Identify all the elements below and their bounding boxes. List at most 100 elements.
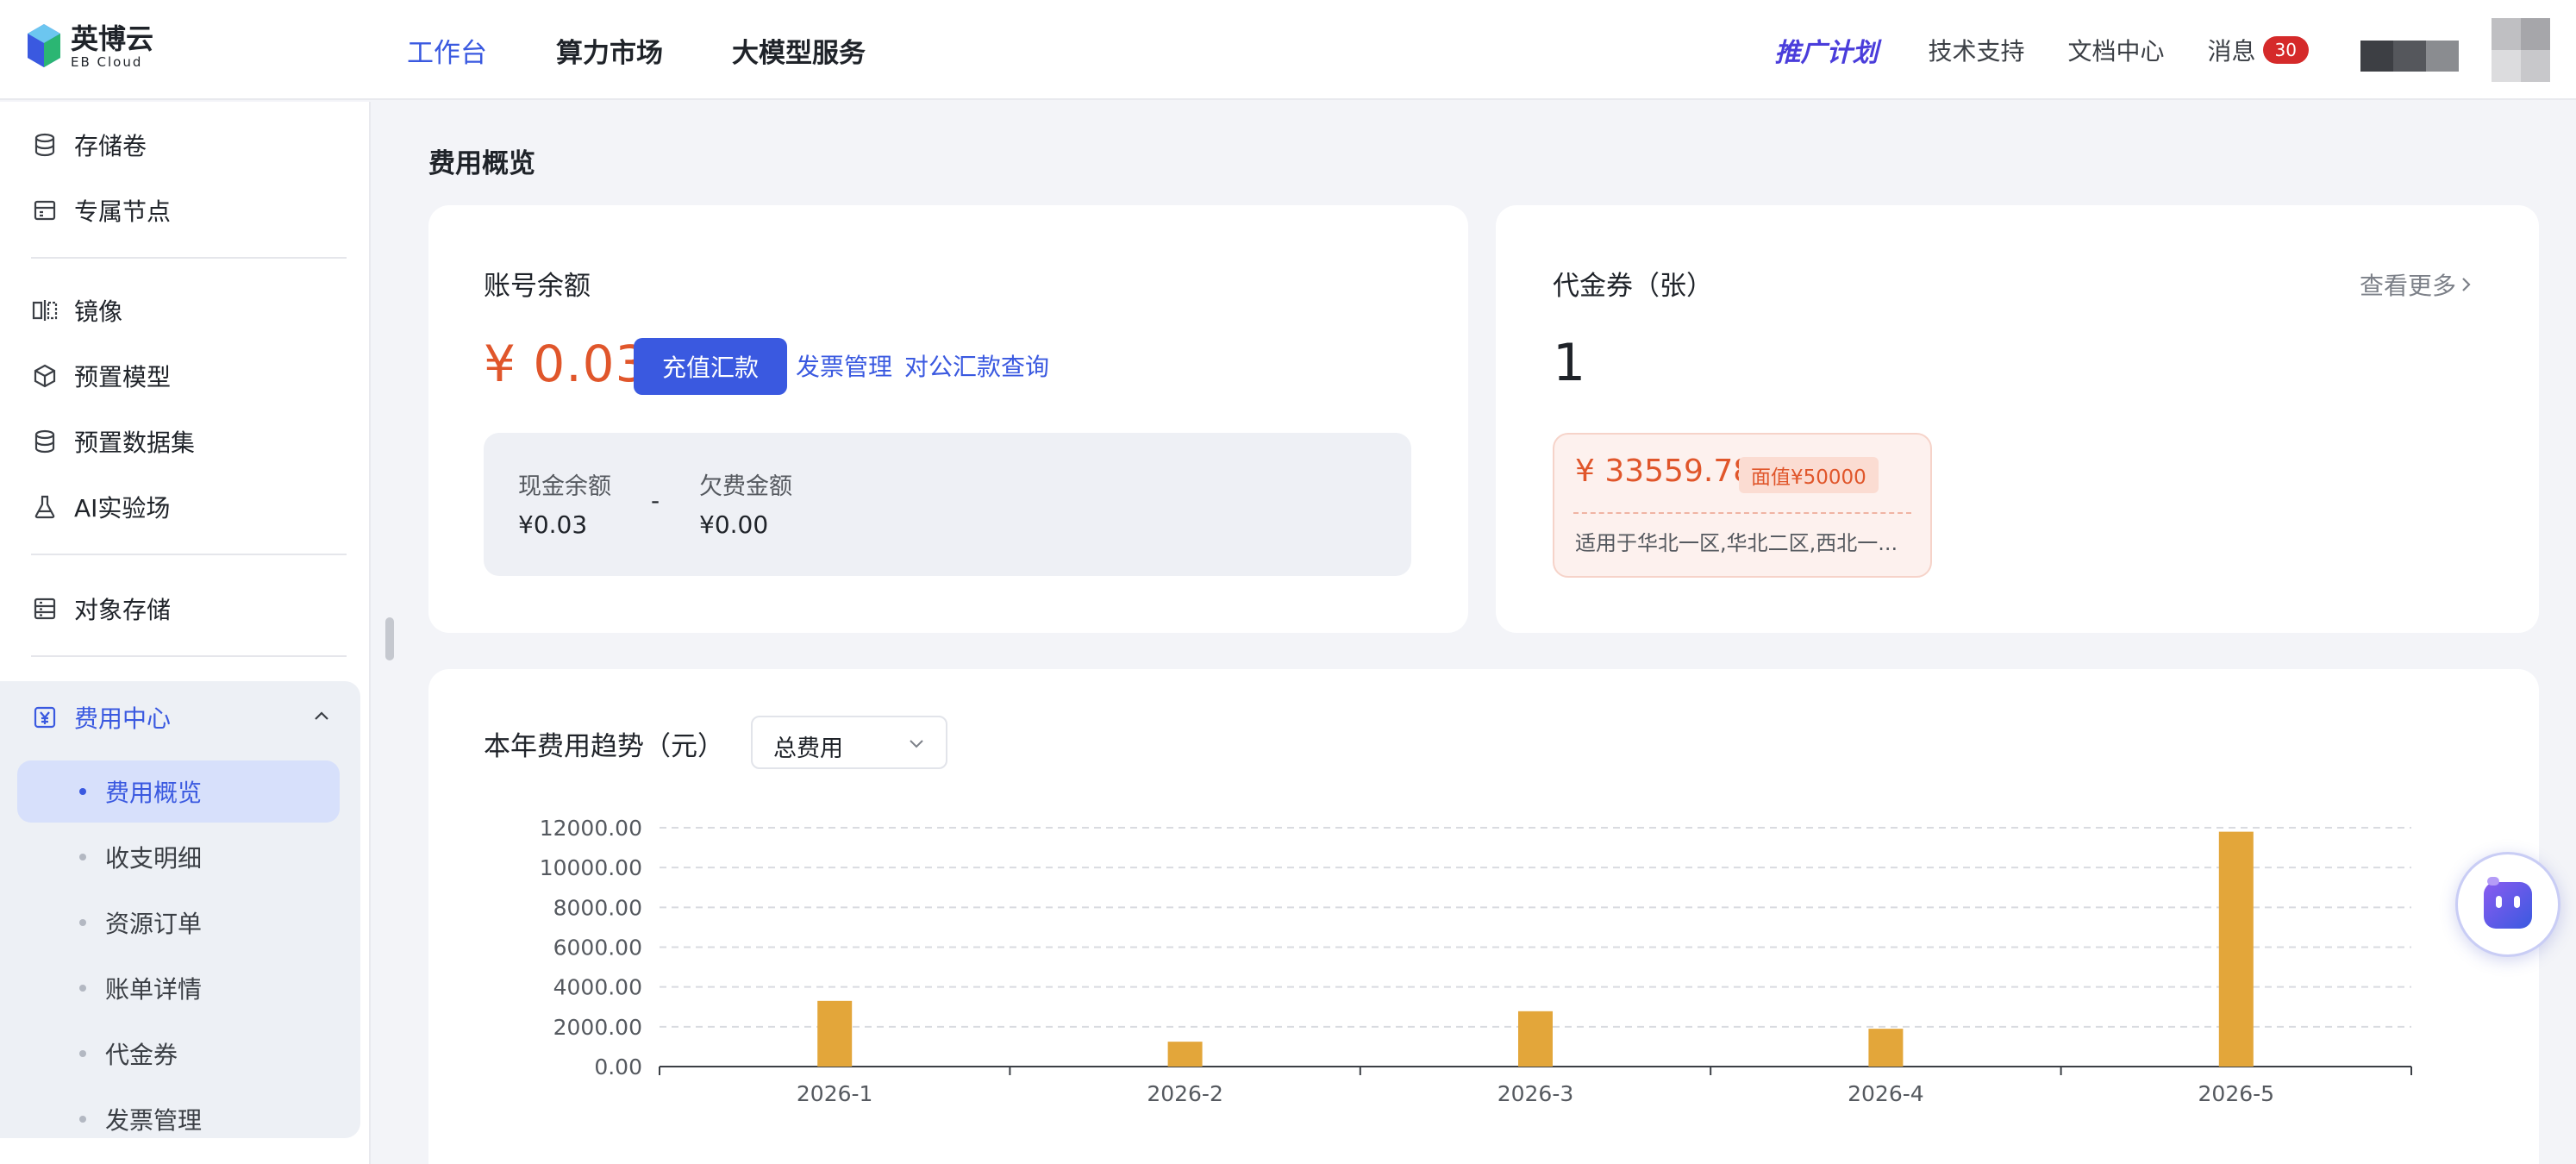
sidebar-item-mirror[interactable]: 镜像 <box>31 286 122 335</box>
header-right: 推广计划 技术支持 文档中心 消息 30 <box>1775 0 2576 100</box>
view-more-label: 查看更多 <box>2359 272 2456 300</box>
sidebar-subitem-label: 费用概览 <box>105 779 203 807</box>
coupon-face-value-badge: 面值¥50000 <box>1739 457 1879 493</box>
messages-button[interactable]: 消息 30 <box>2208 33 2309 67</box>
sidebar-subitem-invoices[interactable]: 发票管理 <box>17 1088 340 1150</box>
ai-assistant-button[interactable] <box>2455 852 2560 957</box>
billing-center-group: 费用中心 费用概览 收支明细 资源订单 账单详情 代金券 发票管理 <box>0 681 360 1138</box>
top-nav: 工作台 算力市场 大模型服务 <box>407 0 935 100</box>
sidebar-scrollbar[interactable] <box>385 617 394 660</box>
sidebar-subitem-label: 收支明细 <box>105 844 203 873</box>
object-storage-icon <box>31 595 59 623</box>
recharge-button[interactable]: 充值汇款 <box>634 338 787 395</box>
sidebar-item-object-storage[interactable]: 对象存储 <box>31 585 171 633</box>
brand-name-en: EB Cloud <box>71 54 143 70</box>
nav-llm-service[interactable]: 大模型服务 <box>732 31 866 70</box>
sidebar-divider <box>31 257 347 259</box>
x-tick-label: 2026-4 <box>1848 1081 1924 1106</box>
sidebar-item-label: AI实验场 <box>74 494 171 523</box>
sidebar-item-preset-dataset[interactable]: 预置数据集 <box>31 417 195 466</box>
username-masked[interactable] <box>2360 41 2459 72</box>
coupon-amount: ¥ 33559.78 <box>1575 454 1754 489</box>
bullet-dot-icon <box>79 985 86 992</box>
bullet-dot-icon <box>79 1050 86 1057</box>
x-tick-label: 2026-1 <box>797 1081 873 1106</box>
page-title: 费用概览 <box>428 148 535 179</box>
y-tick-label: 8000.00 <box>553 895 642 920</box>
server-node-icon <box>31 197 59 224</box>
voucher-coupon[interactable]: ¥ 33559.78 面值¥50000 适用于华北一区,华北二区,西北一... <box>1553 433 1932 578</box>
sidebar-subitem-bill-details[interactable]: 账单详情 <box>17 957 340 1019</box>
balance-breakdown: 现金余额 ¥0.03 - 欠费金额 ¥0.00 <box>484 433 1411 576</box>
view-more-link[interactable]: 查看更多 <box>2360 267 2475 302</box>
promo-link[interactable]: 推广计划 <box>1775 31 1879 69</box>
bar-2026-3 <box>1518 1011 1553 1067</box>
fee-trend-card: 本年费用趋势（元） 总费用 0.00 2000.00 4000.00 6000.00 8… <box>428 669 2539 1164</box>
brand-logo[interactable]: 英博云 EB Cloud <box>26 22 153 71</box>
sidebar-subitem-label: 代金券 <box>105 1041 178 1069</box>
x-tick-label: 2026-3 <box>1497 1081 1574 1106</box>
sidebar-item-storage-volume[interactable]: 存储卷 <box>31 121 147 169</box>
y-tick-label: 4000.00 <box>553 975 642 1000</box>
cube-icon <box>31 362 59 390</box>
bar-2026-2 <box>1167 1042 1203 1067</box>
chevron-up-icon[interactable] <box>310 705 333 731</box>
cash-balance-value: ¥0.03 <box>518 510 588 539</box>
sidebar-item-label: 预置数据集 <box>74 429 196 457</box>
x-tick-label: 2026-2 <box>1147 1081 1223 1106</box>
sidebar-menu: 存储卷 专属节点 镜像 预置模型 预置数据集 AI实验场 对象存储 费用中心 费… <box>0 102 371 1164</box>
billing-center-label: 费用中心 <box>74 704 172 733</box>
sidebar-divider <box>31 554 347 555</box>
database-icon <box>31 428 59 455</box>
top-header: 英博云 EB Cloud 工作台 算力市场 大模型服务 推广计划 技术支持 文档… <box>0 0 2576 100</box>
yuan-icon <box>31 704 59 731</box>
sidebar-item-billing-center[interactable]: 费用中心 <box>31 693 333 742</box>
y-tick-label: 0.00 <box>594 1054 642 1080</box>
docs-center-link[interactable]: 文档中心 <box>2068 33 2165 67</box>
messages-count-badge: 30 <box>2262 36 2309 64</box>
sidebar-subitem-resource-orders[interactable]: 资源订单 <box>17 892 340 954</box>
sidebar-subitem-label: 发票管理 <box>105 1106 203 1135</box>
bar-2026-4 <box>1868 1029 1904 1067</box>
balance-card-title: 账号余额 <box>484 271 591 302</box>
sidebar-subitem-transactions[interactable]: 收支明细 <box>17 826 340 888</box>
nav-compute-market[interactable]: 算力市场 <box>556 31 663 70</box>
nav-workbench[interactable]: 工作台 <box>407 31 487 70</box>
balance-separator: - <box>651 486 660 515</box>
sidebar-item-ai-lab[interactable]: AI实验场 <box>31 483 170 531</box>
sidebar-item-label: 专属节点 <box>74 197 172 226</box>
sidebar-subitem-label: 资源订单 <box>105 910 203 938</box>
sidebar-item-label: 存储卷 <box>74 132 147 160</box>
sidebar-item-label: 预置模型 <box>74 363 172 391</box>
flask-icon <box>31 493 59 521</box>
sidebar-subitem-vouchers[interactable]: 代金券 <box>17 1023 340 1085</box>
tech-support-link[interactable]: 技术支持 <box>1929 33 2025 67</box>
avatar[interactable] <box>2492 18 2550 82</box>
bullet-dot-icon <box>79 919 86 926</box>
bar-2026-1 <box>817 1000 853 1067</box>
messages-label: 消息 <box>2207 37 2256 66</box>
voucher-card-title: 代金券（张） <box>1553 271 1713 302</box>
corporate-transfer-link[interactable]: 对公汇款查询 <box>904 348 1049 383</box>
sidebar-item-preset-model[interactable]: 预置模型 <box>31 352 171 400</box>
x-tick-label: 2026-5 <box>2198 1081 2275 1106</box>
y-tick-label: 6000.00 <box>553 936 642 961</box>
sidebar-subitem-fee-overview[interactable]: 费用概览 <box>17 760 340 823</box>
sidebar-item-dedicated-node[interactable]: 专属节点 <box>31 186 171 235</box>
cash-balance-label: 现金余额 <box>518 473 611 500</box>
coupon-divider <box>1573 512 1911 514</box>
brand-name: 英博云 <box>71 22 154 55</box>
bullet-dot-icon <box>79 854 86 860</box>
sidebar-subitem-label: 账单详情 <box>105 975 203 1004</box>
debt-amount-value: ¥0.00 <box>699 510 769 539</box>
chevron-right-icon <box>2462 278 2471 291</box>
bullet-dot-icon <box>79 1116 86 1123</box>
bar-2026-5 <box>2218 831 2254 1067</box>
fee-trend-bar-chart: 0.00 2000.00 4000.00 6000.00 8000.00 10000.00… <box>540 816 2412 1106</box>
balance-amount: ¥ 0.03 <box>484 335 648 393</box>
y-tick-label: 12000.00 <box>540 816 642 841</box>
sidebar-item-label: 镜像 <box>74 297 123 326</box>
database-icon <box>31 131 59 159</box>
invoice-management-link[interactable]: 发票管理 <box>796 348 892 383</box>
y-tick-label: 2000.00 <box>553 1015 642 1040</box>
